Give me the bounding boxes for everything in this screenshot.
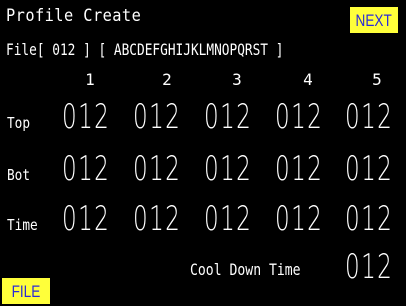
- column-header-2: 2: [162, 70, 172, 89]
- time-value-3[interactable]: 012: [204, 202, 252, 236]
- top-value-3[interactable]: 012: [204, 100, 252, 134]
- file-button-label: FILE: [11, 281, 41, 301]
- column-header-1: 1: [85, 70, 95, 89]
- bot-value-3[interactable]: 012: [204, 152, 252, 186]
- bot-value-4[interactable]: 012: [275, 152, 323, 186]
- column-header-5: 5: [372, 70, 382, 89]
- time-value-2[interactable]: 012: [133, 202, 181, 236]
- cool-down-time-label: Cool Down Time: [190, 260, 301, 279]
- device-screen: Profile Create NEXT File[ 012 ] [ ABCDEF…: [0, 0, 406, 306]
- time-value-5[interactable]: 012: [345, 202, 393, 236]
- row-label-top: Top: [7, 114, 31, 132]
- top-value-2[interactable]: 012: [133, 100, 181, 134]
- row-label-time: Time: [7, 216, 38, 234]
- column-header-3: 3: [232, 70, 242, 89]
- time-value-4[interactable]: 012: [275, 202, 323, 236]
- file-selection-line[interactable]: File[ 012 ] [ ABCDEFGHIJKLMNOPQRST ]: [6, 40, 283, 59]
- column-header-4: 4: [303, 70, 313, 89]
- top-value-1[interactable]: 012: [62, 100, 110, 134]
- next-button-label: NEXT: [355, 10, 393, 30]
- row-label-bot: Bot: [7, 166, 31, 184]
- top-value-5[interactable]: 012: [345, 100, 393, 134]
- file-button[interactable]: FILE: [2, 278, 50, 304]
- bot-value-5[interactable]: 012: [345, 152, 393, 186]
- time-value-1[interactable]: 012: [62, 202, 110, 236]
- bot-value-1[interactable]: 012: [62, 152, 110, 186]
- top-value-4[interactable]: 012: [275, 100, 323, 134]
- cool-down-time-value[interactable]: 012: [345, 250, 393, 284]
- screen-title: Profile Create: [6, 6, 142, 26]
- next-button[interactable]: NEXT: [350, 7, 398, 33]
- bot-value-2[interactable]: 012: [133, 152, 181, 186]
